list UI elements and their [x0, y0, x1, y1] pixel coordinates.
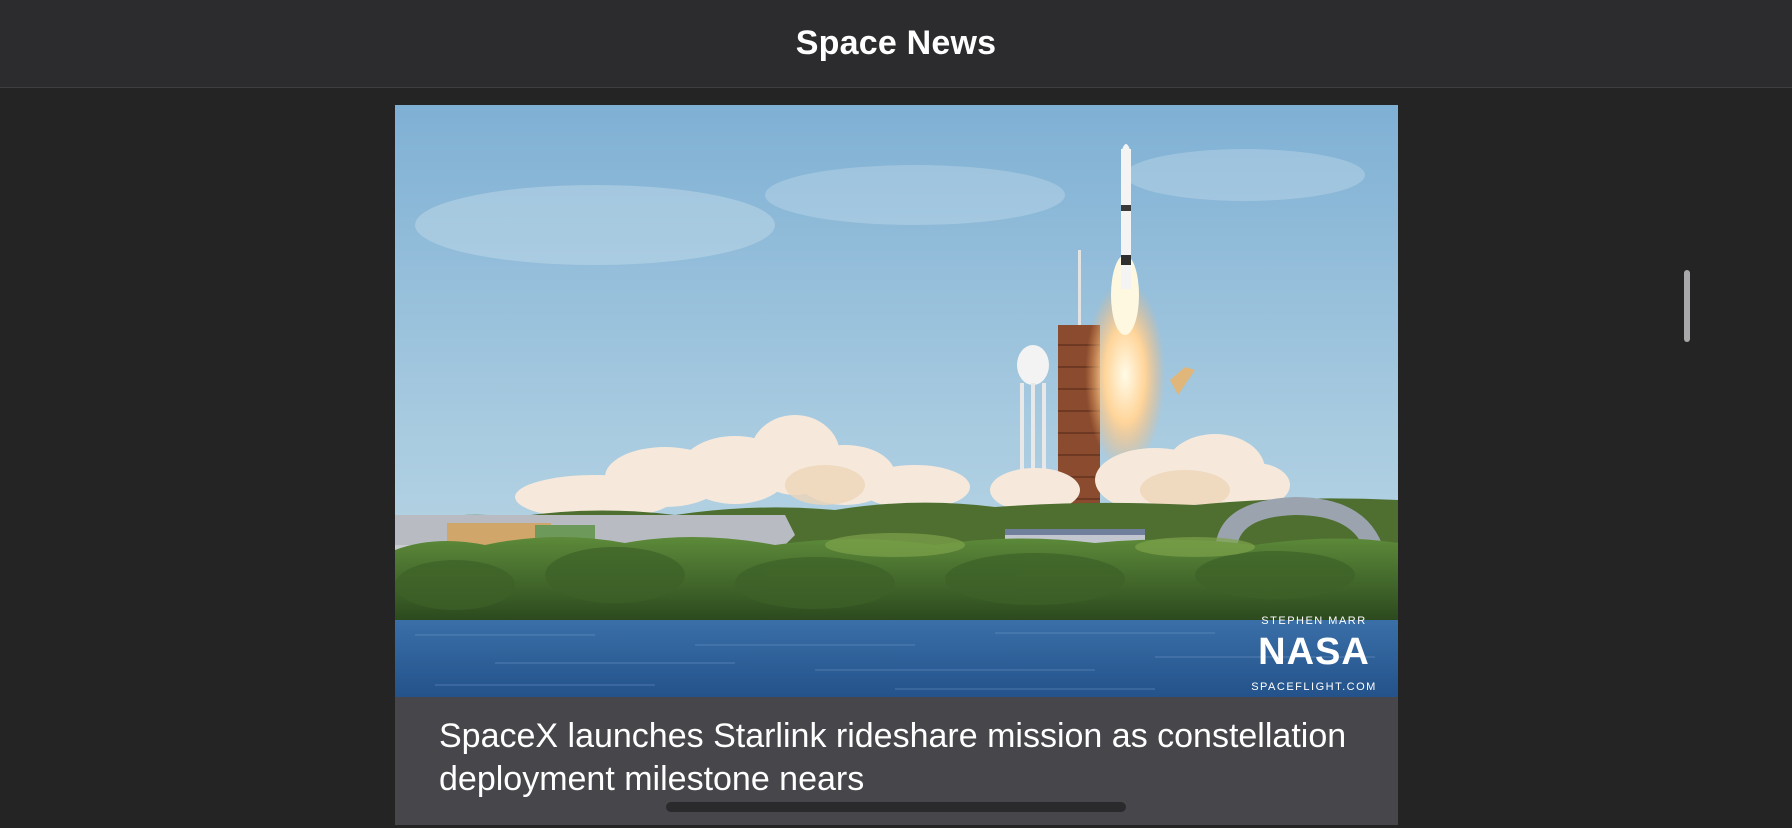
svg-text:STEPHEN MARR: STEPHEN MARR: [1261, 615, 1366, 627]
scroll-indicator[interactable]: [1684, 270, 1690, 342]
home-indicator[interactable]: [666, 802, 1126, 812]
article-card[interactable]: STEPHEN MARR NASA SPACEFLIGHT.COM SpaceX…: [395, 105, 1398, 825]
news-feed[interactable]: STEPHEN MARR NASA SPACEFLIGHT.COM SpaceX…: [0, 89, 1792, 828]
page-title: Space News: [795, 24, 997, 62]
photo-watermark: STEPHEN MARR NASA SPACEFLIGHT.COM: [1251, 615, 1377, 693]
article-title[interactable]: SpaceX launches Starlink rideshare missi…: [439, 715, 1359, 801]
article-image: STEPHEN MARR NASA SPACEFLIGHT.COM: [395, 105, 1398, 697]
svg-text:SPACEFLIGHT.COM: SPACEFLIGHT.COM: [1251, 681, 1377, 693]
navigation-bar: Space News: [0, 0, 1792, 88]
svg-text:NASA: NASA: [1258, 631, 1370, 673]
